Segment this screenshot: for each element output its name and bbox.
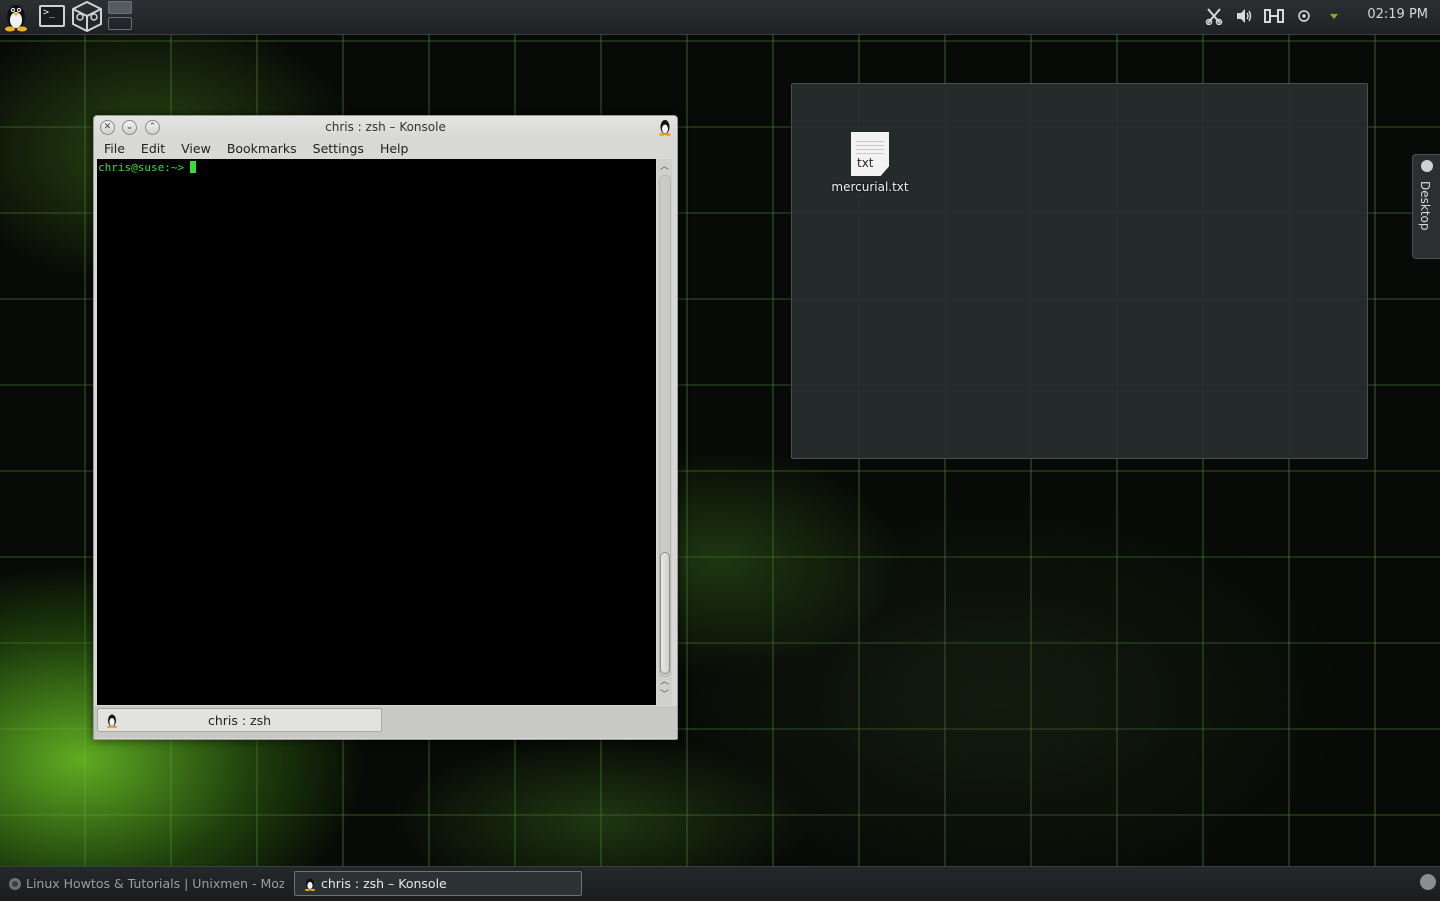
klipper-icon[interactable] [1204, 6, 1224, 26]
pager-desktop-1[interactable] [108, 1, 132, 14]
task-label: chris : zsh – Konsole [321, 876, 447, 891]
desktop-tab-label: Desktop [1418, 181, 1432, 231]
session-tab-label: chris : zsh [207, 713, 272, 728]
text-cursor [190, 161, 197, 173]
package-manager-launcher[interactable] [71, 0, 103, 32]
scroll-track[interactable] [659, 175, 671, 677]
session-tab-bar: chris : zsh [94, 706, 677, 738]
network-icon[interactable] [1294, 6, 1314, 26]
pager-desktop-2[interactable] [108, 17, 132, 30]
menu-view[interactable]: View [173, 138, 219, 160]
terminal-scrollbar[interactable]: ︿ ︿ ﹀ [657, 159, 672, 705]
top-panel: >_ 02:19 PM [0, 0, 1440, 35]
scroll-down-icon[interactable]: ﹀ [657, 689, 672, 701]
cube-icon [72, 0, 102, 32]
clock[interactable]: 02:19 PM [1367, 7, 1428, 22]
terminal-area[interactable]: chris@suse:~> [97, 159, 656, 705]
terminal-icon: >_ [39, 5, 65, 27]
menu-edit[interactable]: Edit [133, 138, 173, 160]
tux-icon [303, 877, 317, 891]
tux-icon [659, 120, 671, 136]
task-konsole[interactable]: chris : zsh – Konsole [294, 871, 582, 896]
session-tab[interactable]: chris : zsh [97, 708, 382, 732]
window-titlebar[interactable]: ✕ ⌄ ⌃ chris : zsh – Konsole [94, 116, 677, 138]
system-tray [1204, 6, 1344, 26]
menu-bookmarks[interactable]: Bookmarks [219, 138, 305, 160]
text-file-icon: txt [851, 132, 889, 176]
file-name: mercurial.txt [831, 180, 909, 194]
task-label: Linux Howtos & Tutorials | Unixmen - Moz… [26, 876, 284, 891]
scroll-thumb[interactable] [660, 552, 670, 674]
scroll-up-icon[interactable]: ︿ [657, 676, 672, 688]
desktop-pager[interactable] [108, 1, 134, 31]
menu-bar: File Edit View Bookmarks Settings Help [96, 138, 416, 160]
konsole-window[interactable]: ✕ ⌄ ⌃ chris : zsh – Konsole File Edit Vi… [93, 115, 678, 740]
shell-prompt: chris@suse:~> [98, 161, 185, 174]
file-ext-label: txt [857, 156, 874, 170]
application-launcher[interactable] [0, 1, 32, 32]
taskbar: Linux Howtos & Tutorials | Unixmen - Moz… [0, 866, 1440, 901]
expand-arrow-icon[interactable] [1324, 6, 1344, 26]
window-title: chris : zsh – Konsole [325, 120, 446, 134]
menu-settings[interactable]: Settings [305, 138, 372, 160]
panel-toolbox-icon[interactable] [1420, 874, 1436, 890]
menu-file[interactable]: File [96, 138, 133, 160]
firefox-icon [8, 877, 22, 891]
terminal-launcher[interactable]: >_ [36, 1, 68, 31]
folder-view-widget[interactable]: txt mercurial.txt [791, 83, 1368, 459]
cashew-icon [1421, 160, 1433, 172]
tux-icon [5, 5, 27, 32]
scroll-up-icon[interactable]: ︿ [657, 161, 672, 173]
file-item[interactable]: txt mercurial.txt [822, 132, 918, 194]
battery-icon[interactable] [1264, 6, 1284, 26]
task-firefox[interactable]: Linux Howtos & Tutorials | Unixmen - Moz… [4, 871, 284, 896]
volume-icon[interactable] [1234, 6, 1254, 26]
menu-help[interactable]: Help [372, 138, 417, 160]
shell-prompt-line: chris@suse:~> [98, 161, 197, 174]
desktop-toolbox-tab[interactable]: Desktop [1412, 154, 1440, 259]
